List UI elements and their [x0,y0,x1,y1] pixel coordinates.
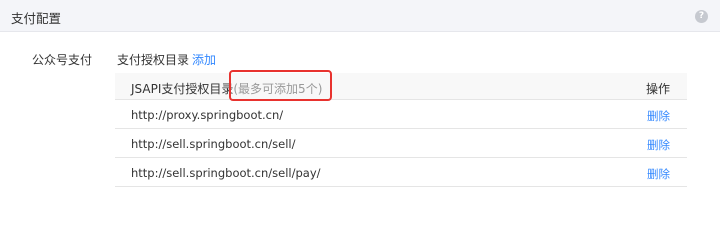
page-header: 支付配置 ? [0,0,720,32]
help-icon[interactable]: ? [695,10,708,23]
directory-url: http://sell.springboot.cn/sell/pay/ [131,166,321,180]
column-title: JSAPI支付授权目录 [131,82,234,96]
auth-directory-label: 支付授权目录 [117,53,190,67]
delete-link[interactable]: 删除 [647,137,670,153]
auth-directory-table: JSAPI支付授权目录(最多可添加5个) 操作 http://proxy.spr… [115,73,687,187]
column-header-actions: 操作 [645,82,670,96]
section-label-public-account-pay: 公众号支付 [32,53,93,67]
table-row: http://proxy.springboot.cn/ 删除 [115,100,687,129]
annotation-highlight-box [229,70,332,101]
directory-url: http://proxy.springboot.cn/ [131,108,284,122]
table-header: JSAPI支付授权目录(最多可添加5个) 操作 [115,73,687,100]
delete-link[interactable]: 删除 [647,108,670,124]
add-directory-link[interactable]: 添加 [192,51,216,68]
directory-url: http://sell.springboot.cn/sell/ [131,137,296,151]
table-row: http://sell.springboot.cn/sell/ 删除 [115,129,687,158]
table-row: http://sell.springboot.cn/sell/pay/ 删除 [115,158,687,187]
page-title: 支付配置 [11,11,62,26]
delete-link[interactable]: 删除 [647,166,670,182]
